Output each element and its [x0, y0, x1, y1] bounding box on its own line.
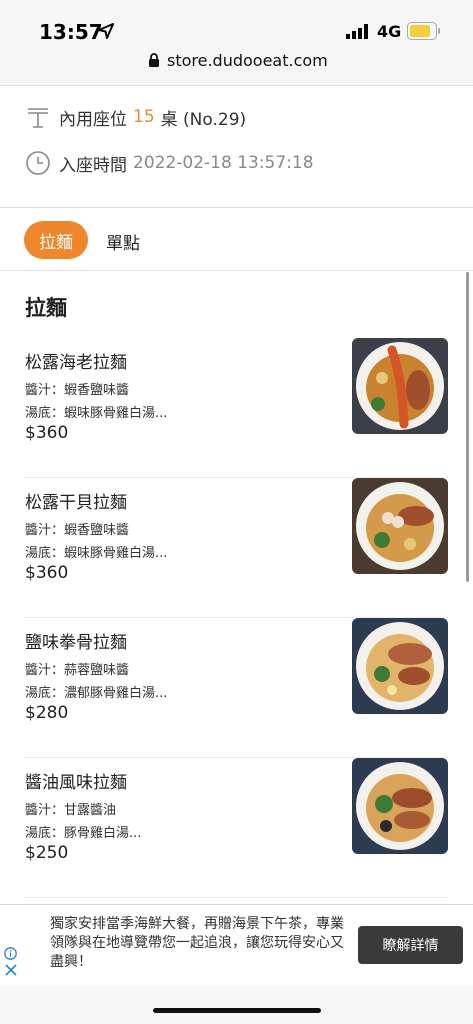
- location-arrow-icon: [98, 23, 114, 39]
- close-icon[interactable]: [5, 964, 17, 976]
- item-name: 鹽味拳骨拉麵: [25, 633, 127, 653]
- ramen-photo: [352, 338, 448, 434]
- ad-learn-more-button[interactable]: 瞭解詳情: [358, 926, 463, 964]
- url-bar[interactable]: store.dudooeat.com: [167, 51, 328, 70]
- status-time: 13:57: [39, 20, 103, 44]
- seat-info: 內用座位 15 桌 (No.29) 入座時間 2022-02-18 13:57:…: [0, 86, 473, 208]
- browser-header: 13:57 4G store.dudooeat.com: [0, 0, 473, 86]
- ramen-photo: [352, 618, 448, 714]
- table-suffix: 桌 (No.29): [160, 109, 247, 130]
- item-price: $250: [25, 843, 69, 863]
- battery-icon: [407, 22, 440, 40]
- table-icon: [28, 108, 48, 128]
- ramen-photo: [352, 758, 448, 854]
- signal-icon: [346, 24, 368, 39]
- item-price: $360: [25, 423, 69, 443]
- tab-single-items[interactable]: 單點: [106, 229, 140, 254]
- menu-list[interactable]: 拉麵 松露海老拉麵 醬汁：蝦香鹽味醬 湯底：蝦味豚骨雞白湯... $360 松露…: [0, 272, 473, 904]
- time-value: 2022-02-18 13:57:18: [133, 153, 314, 173]
- table-number: 15: [133, 107, 155, 127]
- info-icon[interactable]: [4, 947, 17, 960]
- time-label: 入座時間: [59, 155, 127, 176]
- item-sauce: 醬汁：甘露醬油: [25, 803, 117, 818]
- item-price: $280: [25, 703, 69, 723]
- lock-icon: [149, 53, 159, 67]
- table-row: 內用座位 15 桌 (No.29): [25, 104, 246, 130]
- item-sauce: 醬汁：蝦香鹽味醬: [25, 383, 130, 398]
- section-title: 拉麵: [25, 296, 67, 320]
- menu-item[interactable]: 松露海老拉麵 醬汁：蝦香鹽味醬 湯底：蝦味豚骨雞白湯... $360: [25, 338, 449, 478]
- home-indicator[interactable]: [153, 1008, 321, 1013]
- ramen-photo: [352, 478, 448, 574]
- bottom-bar: [0, 986, 473, 1024]
- item-soup: 湯底：蝦味豚骨雞白湯...: [25, 406, 168, 421]
- menu-item[interactable]: 松露干貝拉麵 醬汁：蝦香鹽味醬 湯底：蝦味豚骨雞白湯... $360: [25, 478, 449, 618]
- item-soup: 湯底：蝦味豚骨雞白湯...: [25, 546, 168, 561]
- tab-ramen[interactable]: 拉麵: [24, 221, 88, 259]
- menu-item[interactable]: 醬油風味拉麵 醬汁：甘露醬油 湯底：豚骨雞白湯... $250: [25, 758, 449, 898]
- item-name: 松露干貝拉麵: [25, 493, 127, 513]
- ad-text: 獨家安排當季海鮮大餐，再贈海景下午茶，專業領隊與在地導覽帶您一起追浪，讓您玩得安…: [50, 916, 344, 970]
- ad-banner[interactable]: 獨家安排當季海鮮大餐，再贈海景下午茶，專業領隊與在地導覽帶您一起追浪，讓您玩得安…: [0, 904, 473, 986]
- item-name: 醬油風味拉麵: [25, 773, 127, 793]
- item-sauce: 醬汁：蝦香鹽味醬: [25, 523, 130, 538]
- category-tabs: 拉麵 單點: [0, 209, 473, 271]
- scrollbar[interactable]: [466, 272, 469, 582]
- item-soup: 湯底：豚骨雞白湯...: [25, 826, 142, 841]
- item-name: 松露海老拉麵: [25, 353, 127, 373]
- item-sauce: 醬汁：蒜蓉鹽味醬: [25, 663, 130, 678]
- item-price: $360: [25, 563, 69, 583]
- seat-time-row: 入座時間 2022-02-18 13:57:18: [25, 150, 314, 176]
- clock-icon: [26, 151, 50, 175]
- table-label: 內用座位: [59, 109, 127, 130]
- network-type: 4G: [377, 22, 402, 41]
- item-soup: 湯底：濃郁豚骨雞白湯...: [25, 686, 168, 701]
- menu-item[interactable]: 鹽味拳骨拉麵 醬汁：蒜蓉鹽味醬 湯底：濃郁豚骨雞白湯... $280: [25, 618, 449, 758]
